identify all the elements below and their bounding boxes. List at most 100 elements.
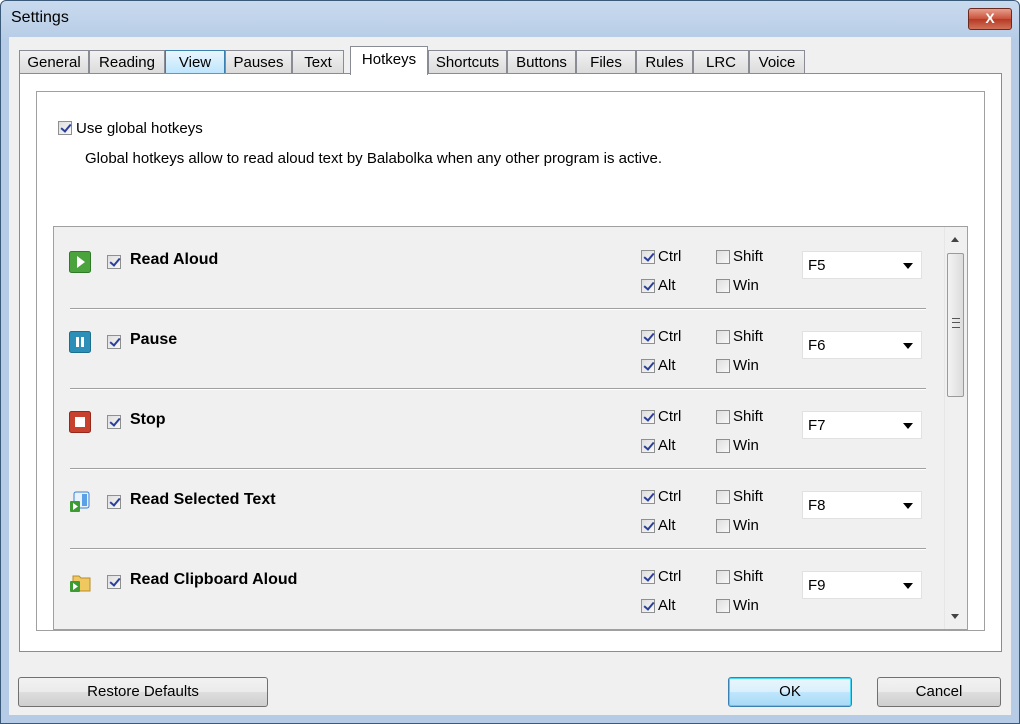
scroll-down-arrow-icon[interactable]: [951, 614, 959, 619]
shift-label: Shift: [733, 568, 764, 585]
tab-reading[interactable]: Reading: [89, 50, 165, 73]
row-separator: [70, 308, 926, 310]
hotkey-row: Pause Ctrl Alt Shift Win F6: [54, 315, 934, 395]
key-value: F5: [808, 257, 826, 274]
shift-modifier[interactable]: Shift: [716, 488, 763, 505]
alt-modifier[interactable]: Alt: [641, 357, 676, 374]
ctrl-checkbox[interactable]: [641, 330, 655, 345]
restore-defaults-button[interactable]: Restore Defaults: [18, 677, 268, 707]
hotkey-enabled-checkbox[interactable]: [107, 575, 121, 589]
key-value: F8: [808, 497, 826, 514]
ctrl-checkbox[interactable]: [641, 490, 655, 505]
ctrl-checkbox[interactable]: [641, 250, 655, 265]
shift-checkbox[interactable]: [716, 490, 730, 505]
alt-checkbox[interactable]: [641, 439, 655, 454]
shift-modifier[interactable]: Shift: [716, 408, 763, 425]
win-modifier[interactable]: Win: [716, 357, 759, 374]
ctrl-checkbox[interactable]: [641, 570, 655, 585]
win-checkbox[interactable]: [716, 439, 730, 454]
win-modifier[interactable]: Win: [716, 597, 759, 614]
scroll-thumb[interactable]: [947, 253, 964, 397]
key-dropdown[interactable]: F8: [802, 491, 922, 519]
ctrl-label: Ctrl: [658, 408, 682, 425]
ctrl-modifier[interactable]: Ctrl: [641, 408, 681, 425]
hotkey-name: Read Clipboard Aloud: [130, 571, 298, 588]
close-icon: X: [985, 10, 995, 26]
hotkey-name: Read Selected Text: [130, 491, 276, 508]
close-button[interactable]: X: [968, 8, 1012, 30]
hotkey-enabled-checkbox[interactable]: [107, 495, 121, 509]
win-modifier[interactable]: Win: [716, 517, 759, 534]
ctrl-modifier[interactable]: Ctrl: [641, 248, 681, 265]
alt-modifier[interactable]: Alt: [641, 517, 676, 534]
win-checkbox[interactable]: [716, 279, 730, 294]
key-value: F9: [808, 577, 826, 594]
alt-modifier[interactable]: Alt: [641, 437, 676, 454]
tab-files[interactable]: Files: [576, 50, 636, 73]
alt-checkbox[interactable]: [641, 279, 655, 294]
win-modifier[interactable]: Win: [716, 437, 759, 454]
win-label: Win: [733, 597, 759, 614]
key-dropdown[interactable]: F5: [802, 251, 922, 279]
tab-buttons[interactable]: Buttons: [507, 50, 576, 73]
key-dropdown[interactable]: F6: [802, 331, 922, 359]
hotkeys-group: Use global hotkeys Global hotkeys allow …: [36, 91, 985, 631]
ctrl-modifier[interactable]: Ctrl: [641, 328, 681, 345]
win-label: Win: [733, 517, 759, 534]
tab-text[interactable]: Text: [292, 50, 344, 73]
ctrl-label: Ctrl: [658, 328, 682, 345]
tab-rules[interactable]: Rules: [636, 50, 693, 73]
ctrl-modifier[interactable]: Ctrl: [641, 568, 681, 585]
chevron-down-icon: [903, 423, 913, 429]
ctrl-modifier[interactable]: Ctrl: [641, 488, 681, 505]
shift-checkbox[interactable]: [716, 410, 730, 425]
win-modifier[interactable]: Win: [716, 277, 759, 294]
key-dropdown[interactable]: F7: [802, 411, 922, 439]
alt-modifier[interactable]: Alt: [641, 277, 676, 294]
win-label: Win: [733, 437, 759, 454]
tab-voice[interactable]: Voice: [749, 50, 805, 73]
tab-general[interactable]: General: [19, 50, 89, 73]
shift-checkbox[interactable]: [716, 330, 730, 345]
title-bar: Settings X: [1, 1, 1019, 37]
hotkey-enabled-checkbox[interactable]: [107, 335, 121, 349]
ctrl-label: Ctrl: [658, 568, 682, 585]
alt-modifier[interactable]: Alt: [641, 597, 676, 614]
alt-label: Alt: [658, 357, 676, 374]
tab-pauses[interactable]: Pauses: [225, 50, 292, 73]
win-checkbox[interactable]: [716, 359, 730, 374]
shift-checkbox[interactable]: [716, 250, 730, 265]
cancel-button[interactable]: Cancel: [877, 677, 1001, 707]
shift-modifier[interactable]: Shift: [716, 248, 763, 265]
ok-button[interactable]: OK: [728, 677, 852, 707]
tab-shortcuts[interactable]: Shortcuts: [428, 50, 507, 73]
tab-hotkeys[interactable]: Hotkeys: [350, 46, 428, 75]
shift-modifier[interactable]: Shift: [716, 568, 763, 585]
tab-view[interactable]: View: [165, 50, 225, 73]
ctrl-checkbox[interactable]: [641, 410, 655, 425]
alt-checkbox[interactable]: [641, 519, 655, 534]
key-dropdown[interactable]: F9: [802, 571, 922, 599]
use-global-hotkeys-row[interactable]: Use global hotkeys: [58, 119, 203, 137]
use-global-hotkeys-checkbox[interactable]: [58, 121, 72, 136]
hotkey-row: Stop Ctrl Alt Shift Win F7: [54, 395, 934, 475]
alt-checkbox[interactable]: [641, 359, 655, 374]
hotkey-enabled-checkbox[interactable]: [107, 255, 121, 269]
hotkey-name: Read Aloud: [130, 251, 219, 268]
tab-lrc[interactable]: LRC: [693, 50, 749, 73]
vertical-scrollbar[interactable]: [944, 227, 967, 629]
win-checkbox[interactable]: [716, 599, 730, 614]
hotkey-name: Pause: [130, 331, 178, 348]
use-global-hotkeys-label: Use global hotkeys: [76, 119, 203, 137]
key-value: F7: [808, 417, 826, 434]
shift-modifier[interactable]: Shift: [716, 328, 763, 345]
scroll-up-arrow-icon[interactable]: [951, 237, 959, 242]
hotkeys-tab-page: Use global hotkeys Global hotkeys allow …: [19, 73, 1002, 652]
hotkey-enabled-checkbox[interactable]: [107, 415, 121, 429]
win-label: Win: [733, 357, 759, 374]
alt-checkbox[interactable]: [641, 599, 655, 614]
win-checkbox[interactable]: [716, 519, 730, 534]
read-clipboard-icon: [69, 571, 91, 593]
chevron-down-icon: [903, 263, 913, 269]
shift-checkbox[interactable]: [716, 570, 730, 585]
